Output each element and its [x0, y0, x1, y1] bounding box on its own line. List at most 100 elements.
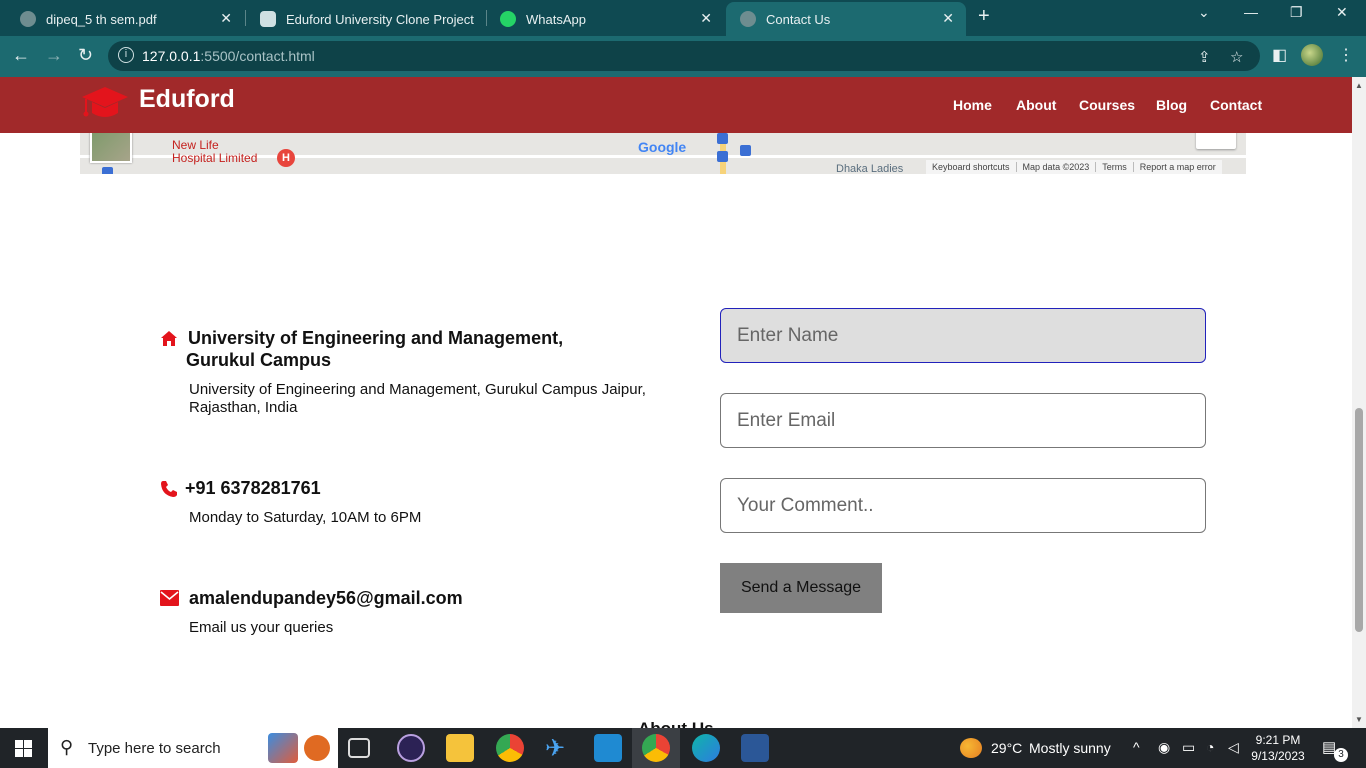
globe-icon: [20, 11, 36, 27]
vscode-icon[interactable]: [594, 734, 622, 762]
scroll-up-icon[interactable]: ▲: [1355, 81, 1363, 90]
envelope-icon: [160, 590, 179, 606]
map-place-text: New Life Hospital Limited: [172, 138, 258, 165]
volume-muted-icon[interactable]: ◁: [1228, 739, 1239, 756]
url-text: 127.0.0.1:5500/contact.html: [142, 48, 315, 64]
browser-tab-contact-us[interactable]: Contact Us ✕: [726, 2, 966, 36]
notification-count-badge: 3: [1334, 748, 1348, 762]
address-bar[interactable]: i 127.0.0.1:5500/contact.html ⇪ ☆: [108, 41, 1260, 71]
search-highlight-icon[interactable]: [268, 733, 298, 763]
edge-icon[interactable]: [692, 734, 720, 762]
address-text: University of Engineering and Management…: [189, 381, 646, 398]
globe-icon: [740, 11, 756, 27]
word-icon[interactable]: [741, 734, 769, 762]
address-text-line-2: Rajasthan, India: [189, 399, 298, 416]
page-scrollbar[interactable]: ▲ ▼: [1352, 77, 1366, 728]
feedback-hub-icon[interactable]: ✈: [545, 734, 573, 762]
map-report-error-link[interactable]: Report a map error: [1134, 162, 1222, 172]
weather-description[interactable]: Mostly sunny: [1029, 740, 1111, 756]
search-icon: ⚲: [60, 737, 74, 757]
map-zoom-control[interactable]: [1196, 133, 1236, 149]
bus-stop-icon[interactable]: [102, 167, 113, 174]
chrome-profile-icon[interactable]: [642, 734, 670, 762]
email-note: Email us your queries: [189, 619, 334, 636]
meet-now-icon[interactable]: ◉: [1158, 739, 1170, 756]
site-header: Eduford Home About Courses Blog Contact: [0, 77, 1352, 133]
bus-stop-icon[interactable]: [740, 145, 751, 156]
chrome-icon[interactable]: [496, 734, 524, 762]
weather-temperature[interactable]: 29°C: [991, 740, 1022, 756]
battery-icon[interactable]: ▭: [1182, 739, 1195, 756]
site-brand[interactable]: Eduford: [139, 85, 235, 114]
wifi-icon[interactable]: ◔: [1206, 739, 1214, 755]
browser-tab-eduford-clone[interactable]: Eduford University Clone Project: [246, 2, 484, 36]
nav-link-home[interactable]: Home: [953, 97, 992, 113]
scrollbar-thumb[interactable]: [1355, 408, 1363, 632]
address-title-line-2: Gurukul Campus: [186, 350, 332, 370]
bookmark-star-icon[interactable]: ☆: [1230, 48, 1243, 66]
windows-start-icon[interactable]: [15, 740, 32, 757]
map-terms-link[interactable]: Terms: [1096, 162, 1134, 172]
nav-link-about[interactable]: About: [1016, 97, 1056, 113]
email-address: amalendupandey56@gmail.com: [189, 588, 463, 608]
show-hidden-icons-icon[interactable]: ^: [1133, 739, 1140, 755]
browser-tab-strip: dipeq_5 th sem.pdf ✕ Eduford University …: [0, 0, 1366, 36]
map-footer: Keyboard shortcuts Map data ©2023 Terms …: [926, 160, 1222, 174]
share-icon[interactable]: ⇪: [1198, 48, 1211, 66]
phone-hours: Monday to Saturday, 10AM to 6PM: [189, 509, 422, 526]
map-keyboard-shortcuts-link[interactable]: Keyboard shortcuts: [926, 162, 1017, 172]
side-panel-icon[interactable]: ◧: [1272, 45, 1287, 65]
bus-stop-icon[interactable]: [717, 133, 728, 144]
new-tab-button[interactable]: +: [978, 5, 998, 28]
whatsapp-icon: [500, 11, 516, 27]
taskbar-clock[interactable]: 9:21 PM 9/13/2023: [1248, 732, 1308, 764]
windows-taskbar: ⚲ Type here to search ✈ 29°C Mostly sunn…: [0, 728, 1366, 768]
nav-link-courses[interactable]: Courses: [1079, 97, 1135, 113]
map-area-label: Dhaka Ladies: [836, 163, 904, 174]
send-message-button[interactable]: Send a Message: [720, 563, 882, 613]
satellite-toggle[interactable]: [90, 133, 132, 163]
scroll-down-icon[interactable]: ▼: [1355, 715, 1363, 724]
nav-link-contact[interactable]: Contact: [1210, 97, 1262, 113]
google-logo-text: Google: [638, 139, 687, 155]
close-icon[interactable]: ✕: [700, 10, 712, 27]
task-view-icon[interactable]: [348, 738, 370, 758]
browser-tab-pdf[interactable]: dipeq_5 th sem.pdf ✕: [6, 2, 244, 36]
browser-toolbar: ← → ↻ i 127.0.0.1:5500/contact.html ⇪ ☆ …: [0, 36, 1366, 77]
forward-icon[interactable]: →: [45, 45, 63, 66]
eclipse-icon[interactable]: [397, 734, 425, 762]
email-input[interactable]: [720, 393, 1206, 448]
taskbar-search[interactable]: ⚲ Type here to search: [48, 728, 338, 768]
name-input[interactable]: [720, 308, 1206, 363]
clock-date: 9/13/2023: [1251, 749, 1305, 763]
minimize-icon[interactable]: —: [1244, 4, 1258, 20]
restore-icon[interactable]: ❐: [1290, 4, 1303, 21]
file-explorer-icon[interactable]: [446, 734, 474, 762]
url-path: :5500/contact.html: [200, 48, 315, 64]
close-icon[interactable]: ✕: [220, 10, 232, 27]
map-data-text: Map data ©2023: [1017, 162, 1097, 172]
basketball-icon[interactable]: [304, 735, 330, 761]
window-close-icon[interactable]: ✕: [1336, 4, 1348, 21]
hospital-marker-icon[interactable]: H: [277, 149, 295, 167]
tab-title: Eduford University Clone Project: [286, 11, 474, 27]
url-host: 127.0.0.1: [142, 48, 201, 64]
tab-title: WhatsApp: [526, 11, 586, 27]
home-icon: [161, 331, 177, 346]
weather-icon[interactable]: [960, 738, 982, 758]
phone-icon: [161, 481, 177, 497]
chatgpt-icon: [260, 11, 276, 27]
nav-link-blog[interactable]: Blog: [1156, 97, 1187, 113]
comment-input[interactable]: [720, 478, 1206, 533]
tab-search-icon[interactable]: ⌄: [1198, 4, 1210, 21]
close-icon[interactable]: ✕: [942, 10, 954, 27]
clock-time: 9:21 PM: [1255, 733, 1301, 747]
tab-title: dipeq_5 th sem.pdf: [46, 11, 157, 27]
site-info-icon[interactable]: i: [118, 47, 134, 63]
bus-stop-icon[interactable]: [717, 151, 728, 162]
menu-kebab-icon[interactable]: ⋮: [1338, 45, 1354, 65]
reload-icon[interactable]: ↻: [78, 45, 93, 66]
back-icon[interactable]: ←: [12, 45, 30, 66]
browser-tab-whatsapp[interactable]: WhatsApp ✕: [486, 2, 724, 36]
profile-avatar[interactable]: [1301, 44, 1323, 66]
